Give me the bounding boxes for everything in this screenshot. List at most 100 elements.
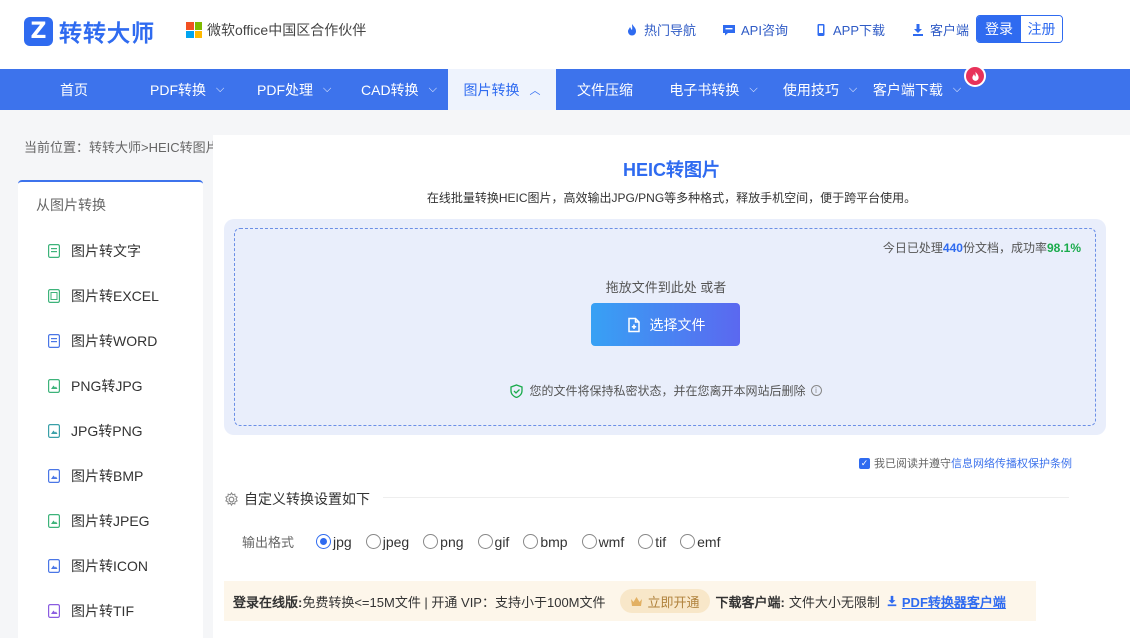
top-header: Z 转转大师 微软office中国区合作伙伴 热门导航 API咨询 APP下载 … (0, 0, 1130, 69)
regulation-link[interactable]: 信息网络传播权保护条例 (951, 455, 1072, 471)
flame-icon (625, 23, 639, 37)
image-file-icon (48, 468, 62, 483)
partner-text: 微软office中国区合作伙伴 (207, 22, 367, 38)
shield-check-icon (510, 383, 524, 398)
image-file-icon (48, 513, 62, 528)
nav-file-compress[interactable]: 文件压缩 (556, 69, 654, 110)
auth-group: 登录 注册 (976, 15, 1063, 43)
excel-icon (48, 288, 62, 303)
chevron-down-icon: ⌵ (749, 83, 758, 95)
top-links: 热门导航 API咨询 APP下载 客户端 (625, 20, 995, 39)
chevron-down-icon: ⌵ (323, 83, 332, 95)
chevron-down-icon: ⌵ (216, 83, 225, 95)
image-file-icon (48, 378, 62, 393)
radio-tif[interactable] (638, 534, 654, 549)
choose-file-button[interactable]: 选择文件 (591, 303, 740, 346)
online-label: 登录在线版: (233, 594, 303, 610)
download-icon (911, 23, 925, 37)
radio-emf[interactable] (680, 534, 696, 549)
output-format-row: 输出格式 jpg jpeg png gif bmp wmf tif emf (242, 532, 734, 551)
sidebar-item-jpg-to-png[interactable]: JPG转PNG (18, 408, 203, 453)
word-icon (48, 333, 62, 348)
radio-jpeg[interactable] (365, 534, 381, 549)
format-option-emf[interactable]: emf (680, 534, 720, 550)
sidebar: 从图片转换 图片转文字 图片转EXCEL 图片转WORD PNG转JPG JPG… (18, 180, 203, 638)
nav-ebook-convert[interactable]: 电子书转换 ⌵ (654, 69, 773, 110)
api-consult-link[interactable]: API咨询 (722, 20, 788, 39)
chevron-down-icon: ⌵ (952, 83, 962, 95)
image-file-icon (48, 558, 62, 573)
image-file-icon (48, 423, 62, 438)
format-option-wmf[interactable]: wmf (581, 534, 624, 550)
settings-heading: 自定义转换设置如下 (224, 489, 370, 509)
sidebar-item-image-to-excel[interactable]: 图片转EXCEL (18, 273, 203, 318)
client-label: 下载客户端: (715, 594, 785, 610)
radio-png[interactable] (423, 534, 439, 549)
activate-vip-button[interactable]: 立即开通 (619, 589, 710, 613)
file-add-icon (626, 317, 642, 333)
chevron-down-icon: ⌵ (428, 83, 437, 95)
hot-nav-link[interactable]: 热门导航 (625, 20, 696, 39)
nav-tips[interactable]: 使用技巧 ⌵ (773, 69, 867, 110)
main-nav: 首页 PDF转换 ⌵ PDF处理 ⌵ CAD转换 ⌵ 图片转换 ︿ 文件压缩 电子书转换… (0, 69, 1130, 110)
client-link[interactable]: 客户端 (911, 20, 969, 39)
format-option-tif[interactable]: tif (638, 534, 666, 550)
sidebar-item-image-to-tif[interactable]: 图片转TIF (18, 588, 203, 633)
sidebar-item-png-to-jpg[interactable]: PNG转JPG (18, 363, 203, 408)
format-option-bmp[interactable]: bmp (523, 534, 568, 550)
sidebar-item-image-to-word[interactable]: 图片转WORD (18, 318, 203, 363)
app-download-link[interactable]: APP下载 (814, 20, 885, 39)
format-option-jpeg[interactable]: jpeg (365, 534, 409, 550)
chevron-up-icon: ︿ (529, 84, 541, 97)
sidebar-item-image-to-jpeg[interactable]: 图片转JPEG (18, 498, 203, 543)
format-option-jpg[interactable]: jpg (316, 534, 352, 550)
agree-checkbox[interactable]: ✓ (859, 457, 870, 469)
document-icon (48, 243, 62, 258)
sidebar-item-image-to-icon[interactable]: 图片转ICON (18, 543, 203, 588)
download-icon (886, 595, 898, 607)
nav-image-convert[interactable]: 图片转换 ︿ (448, 69, 556, 110)
register-button[interactable]: 注册 (1021, 16, 1062, 42)
drop-hint: 拖放文件到此处 或者 (605, 280, 727, 295)
client-text: 文件大小无限制 (788, 594, 880, 610)
hot-badge-icon (964, 65, 986, 87)
nav-cad-convert[interactable]: CAD转换 ⌵ (361, 69, 448, 110)
drop-zone[interactable]: 今日已处理440份文档，成功率98.1% 拖放文件到此处 或者 选择文件 您的文… (234, 228, 1096, 426)
divider (383, 497, 1069, 498)
image-file-icon (48, 603, 62, 618)
logo-mark-icon: Z (24, 16, 53, 46)
nav-pdf-process[interactable]: PDF处理 ⌵ (257, 69, 361, 110)
page-title: HEIC转图片 (622, 160, 720, 180)
partner-badge: 微软office中国区合作伙伴 (186, 20, 366, 40)
page-subtitle: 在线批量转换HEIC图片，高效输出JPG/PNG等多种格式，释放手机空间，便于跨… (426, 191, 917, 205)
privacy-note: 您的文件将保持私密状态，并在您离开本网站后删除 i (235, 382, 1097, 399)
format-option-png[interactable]: png (423, 534, 464, 550)
format-label: 输出格式 (242, 535, 295, 550)
gear-icon (224, 491, 239, 507)
chat-icon (722, 23, 736, 37)
agreement[interactable]: ✓ 我已阅读并遵守 信息网络传播权保护条例 (859, 455, 1072, 471)
logo-text: 转转大师 (59, 20, 155, 46)
radio-bmp[interactable] (523, 534, 539, 549)
nav-home[interactable]: 首页 (0, 69, 150, 110)
online-text: 免费转换<=15M文件 | 开通 VIP：支持小于100M文件 (302, 594, 606, 610)
processing-stats: 今日已处理440份文档，成功率98.1% (882, 241, 1081, 255)
pdf-client-download-link[interactable]: PDF转换器客户端 (886, 592, 1006, 611)
processed-count: 440 (942, 241, 963, 255)
info-icon[interactable]: i (810, 385, 822, 396)
sidebar-item-image-to-text[interactable]: 图片转文字 (18, 228, 203, 273)
breadcrumb: 当前位置：转转大师>HEIC转图片 (24, 140, 219, 155)
upload-area: 今日已处理440份文档，成功率98.1% 拖放文件到此处 或者 选择文件 您的文… (224, 219, 1106, 435)
site-logo[interactable]: Z 转转大师 (24, 14, 155, 48)
radio-jpg[interactable] (316, 534, 332, 549)
chevron-down-icon: ⌵ (848, 83, 858, 95)
nav-client-download[interactable]: 客户端下载 ⌵ (867, 69, 967, 110)
sidebar-item-image-to-bmp[interactable]: 图片转BMP (18, 453, 203, 498)
format-option-gif[interactable]: gif (477, 534, 509, 550)
vip-promo-bar: 登录在线版: 免费转换<=15M文件 | 开通 VIP：支持小于100M文件 立… (224, 581, 1036, 621)
radio-gif[interactable] (477, 534, 493, 549)
nav-pdf-convert[interactable]: PDF转换 ⌵ (150, 69, 257, 110)
radio-wmf[interactable] (581, 534, 597, 549)
microsoft-icon (186, 22, 202, 38)
login-button[interactable]: 登录 (977, 16, 1021, 42)
